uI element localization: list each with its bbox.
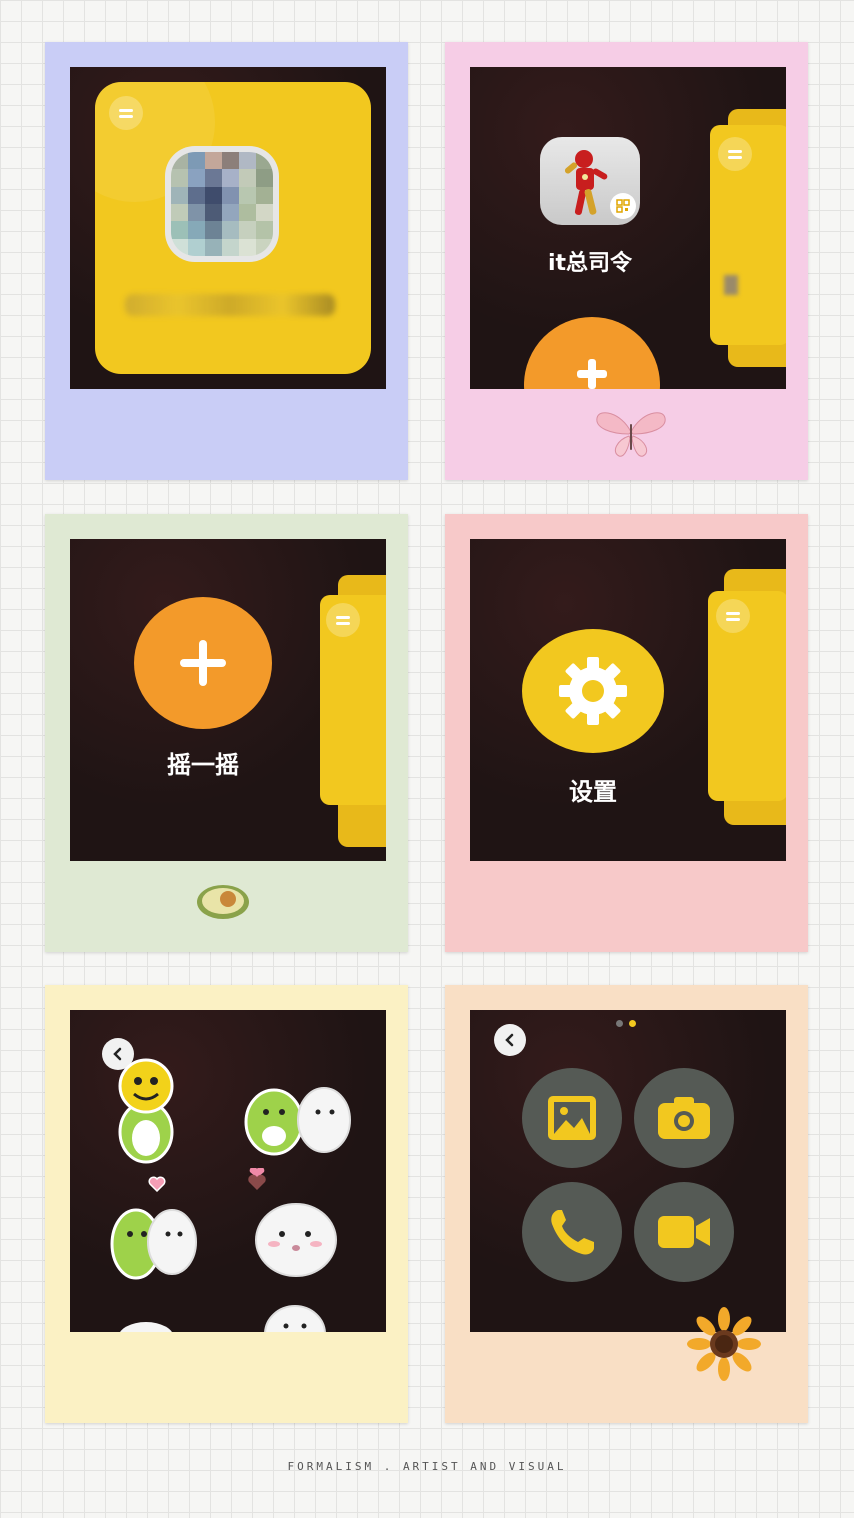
avatar-pixelated [165, 146, 279, 262]
profile-card[interactable] [95, 82, 371, 374]
watch-screen-1 [70, 67, 386, 389]
menu-icon[interactable] [326, 603, 360, 637]
footer-caption: FORMALISM . ARTIST AND VISUAL [287, 1460, 567, 1473]
camera-icon [658, 1097, 710, 1139]
polaroid-frame-4: 设置 [445, 514, 808, 952]
sticker-partial[interactable] [116, 1314, 176, 1332]
watch-screen-4: 设置 [470, 539, 786, 861]
menu-icon[interactable] [109, 96, 143, 130]
sticker-green-dog-smiley[interactable] [106, 1056, 186, 1166]
polaroid-frame-3: 摇一摇 [45, 514, 408, 952]
video-call-button[interactable] [634, 1182, 734, 1282]
polaroid-frame-5 [45, 985, 408, 1423]
watch-screen-5 [70, 1010, 386, 1332]
menu-icon[interactable] [716, 599, 750, 633]
page-dot-active [629, 1020, 636, 1027]
page-dot-inactive [616, 1020, 623, 1027]
name-text-blurred [125, 294, 335, 316]
camera-button[interactable] [634, 1068, 734, 1168]
gallery-button[interactable] [522, 1068, 622, 1168]
side-card[interactable] [708, 591, 786, 801]
sunflower-sticker [687, 1307, 761, 1381]
watch-screen-6 [470, 1010, 786, 1332]
shake-button[interactable] [134, 597, 272, 729]
back-icon[interactable] [494, 1024, 526, 1056]
plus-icon [180, 640, 226, 686]
polaroid-frame-6 [445, 985, 808, 1423]
phone-icon [551, 1210, 594, 1255]
shake-label: 摇一摇 [167, 751, 239, 779]
contact-name: it总司令 [547, 251, 633, 276]
polaroid-frame-2: it总司令 [445, 42, 808, 480]
side-card[interactable] [710, 125, 786, 345]
watch-screen-2: it总司令 [470, 67, 786, 389]
settings-label: 设置 [569, 778, 617, 806]
sticker-partial[interactable] [260, 1296, 330, 1332]
gallery-icon [548, 1096, 596, 1140]
sticker-green-dog-bunny[interactable] [238, 1072, 358, 1162]
contact-avatar[interactable] [540, 137, 640, 225]
add-button-partial[interactable] [524, 317, 660, 389]
avocado-sticker [197, 885, 249, 919]
gear-icon [559, 657, 627, 725]
side-card[interactable] [320, 595, 386, 805]
watch-screen-3: 摇一摇 [70, 539, 386, 861]
sticker-white-bunny[interactable] [248, 1196, 344, 1280]
video-icon [658, 1216, 710, 1248]
heart-sticker [248, 1168, 266, 1190]
menu-icon[interactable] [718, 137, 752, 171]
sticker-dog-hug-bunny[interactable] [106, 1196, 202, 1286]
page-indicator [616, 1020, 636, 1027]
polaroid-frame-1 [45, 42, 408, 480]
heart-sticker [148, 1176, 166, 1192]
qr-code-icon[interactable] [610, 193, 636, 219]
settings-button[interactable] [522, 629, 664, 753]
butterfly-sticker [596, 412, 666, 457]
phone-button[interactable] [522, 1182, 622, 1282]
